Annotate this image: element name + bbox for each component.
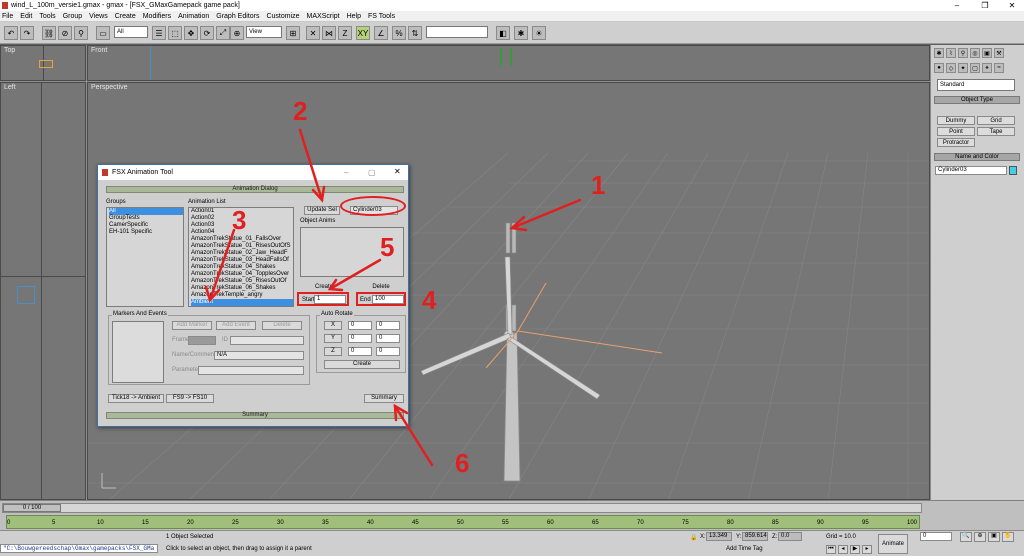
- lock-icon[interactable]: 🔒: [690, 534, 697, 541]
- timeline-tick-label: 25: [232, 520, 239, 526]
- zoom-all-icon[interactable]: ⊕: [974, 532, 986, 542]
- annotation-3: 3: [232, 205, 247, 235]
- timeline-tick-label: 100: [907, 520, 918, 526]
- timeline-tick-label: 90: [817, 520, 824, 526]
- y-coord-label: Y:: [736, 534, 742, 540]
- z-coord-field[interactable]: 0.0: [778, 532, 802, 541]
- zoom-extents-icon[interactable]: ▣: [988, 532, 1000, 542]
- go-to-start-icon[interactable]: ⏮: [826, 545, 836, 554]
- timeline-tick-label: 65: [592, 520, 599, 526]
- timeline-tick-label: 35: [322, 520, 329, 526]
- maxscript-listener-field[interactable]: "C:\Bouwgereedschap\Gmax\gamepacks\FSX_G…: [0, 544, 158, 553]
- grid-size-label: Grid = 10.0: [826, 534, 856, 540]
- timeline-tick-label: 10: [97, 520, 104, 526]
- annotation-5: 5: [380, 232, 395, 262]
- next-frame-icon[interactable]: ▸: [862, 545, 872, 554]
- timeline-tick-label: 15: [142, 520, 149, 526]
- time-slider-thumb[interactable]: 0 / 100: [3, 504, 61, 512]
- timeline-tick-label: 0: [7, 520, 11, 526]
- timeline-tick-label: 60: [547, 520, 554, 526]
- annotation-1: 1: [591, 170, 606, 200]
- pan-icon[interactable]: ✋: [1002, 532, 1014, 542]
- add-time-tag-button[interactable]: Add Time Tag: [726, 546, 763, 552]
- playback-controls: ⏮ ◂ ▶ ▸: [826, 545, 872, 554]
- timeline-tick-label: 95: [862, 520, 869, 526]
- time-slider-track[interactable]: 0 / 100: [2, 503, 922, 513]
- timeline-tick-label: 75: [682, 520, 689, 526]
- annotation-6: 6: [455, 448, 470, 478]
- timeline-tick-label: 70: [637, 520, 644, 526]
- viewport-nav-controls: 🔍 ⊕ ▣ ✋: [960, 532, 1014, 542]
- x-coord-field[interactable]: 13.349: [706, 532, 732, 541]
- timeline-tick-label: 55: [502, 520, 509, 526]
- timeline-tick-label: 50: [457, 520, 464, 526]
- y-coord-field[interactable]: 859.614: [742, 532, 768, 541]
- timeline-area: 0 / 100 0 5 10 15 20 25 30 35 40 45 50 55 60 65 70 75 80…: [0, 500, 1024, 530]
- timeline-tick-label: 85: [772, 520, 779, 526]
- timeline-tick-label: 40: [367, 520, 374, 526]
- play-icon[interactable]: ▶: [850, 545, 860, 554]
- current-frame-field[interactable]: 0: [920, 532, 952, 541]
- z-coord-label: Z:: [772, 534, 778, 540]
- annotation-arrows: [204, 128, 582, 467]
- timeline-tick-label: 20: [187, 520, 194, 526]
- animate-button[interactable]: Animate: [878, 534, 908, 554]
- zoom-icon[interactable]: 🔍: [960, 532, 972, 542]
- timeline-tick-label: 45: [412, 520, 419, 526]
- timeline-tick-label: 80: [727, 520, 734, 526]
- annotation-2: 2: [293, 96, 308, 126]
- x-coord-label: X:: [700, 534, 706, 540]
- selection-count: 1 Object Selected: [166, 534, 214, 540]
- prev-frame-icon[interactable]: ◂: [838, 545, 848, 554]
- timeline-tick-label: 30: [277, 520, 284, 526]
- status-prompt: Click to select an object, then drag to …: [166, 546, 312, 552]
- status-bar: "C:\Bouwgereedschap\Gmax\gamepacks\FSX_G…: [0, 530, 1024, 556]
- track-bar[interactable]: 0 5 10 15 20 25 30 35 40 45 50 55 60 65 70 75 80 85 90 95 10…: [6, 515, 920, 529]
- annotation-4: 4: [422, 285, 437, 315]
- timeline-tick-label: 5: [52, 520, 56, 526]
